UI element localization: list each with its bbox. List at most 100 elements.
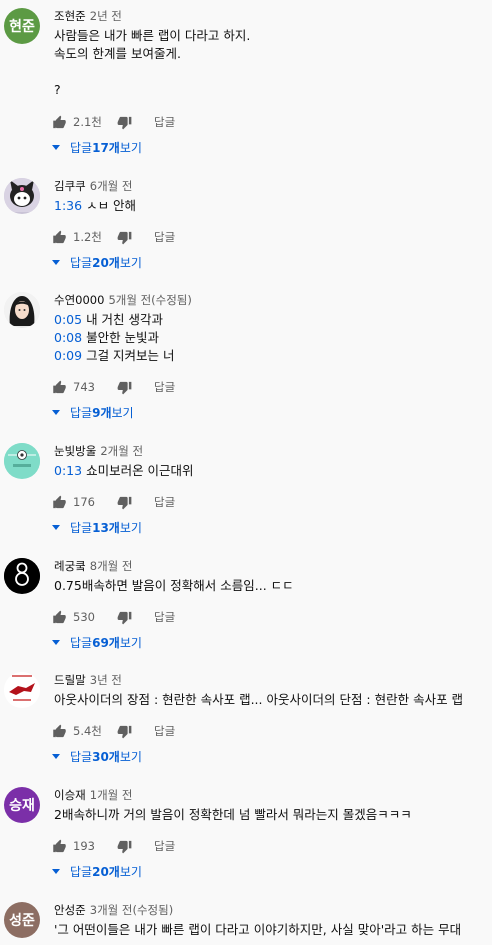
view-replies-button[interactable]: 답글 20개 보기 bbox=[52, 252, 142, 272]
thumbs-up-icon bbox=[52, 495, 67, 510]
caret-down-icon bbox=[52, 144, 60, 150]
like-button[interactable] bbox=[52, 495, 67, 510]
thumbs-down-icon bbox=[117, 115, 132, 130]
comment-actions: 176 답글 bbox=[52, 492, 175, 512]
author-name[interactable]: 김쿠쿠 bbox=[54, 179, 86, 193]
avatar[interactable] bbox=[4, 178, 40, 214]
comment-header: 이승재 1개월 전 bbox=[54, 787, 488, 803]
comment-line: 아웃사이더의 장점 : 현란한 속사포 랩... 아웃사이더의 단점 : 현란한… bbox=[54, 691, 488, 709]
reply-button[interactable]: 답글 bbox=[154, 229, 175, 245]
comment-header: 조현준 2년 전 bbox=[54, 8, 488, 24]
like-button[interactable] bbox=[52, 115, 67, 130]
timestamp-link[interactable]: 0:13 bbox=[54, 463, 82, 478]
view-replies-button[interactable]: 답글 13개 보기 bbox=[52, 517, 142, 537]
reply-button[interactable]: 답글 bbox=[154, 494, 175, 510]
comment-content: 0:13 쇼미보러온 이근대위 bbox=[54, 462, 488, 480]
reply-button[interactable]: 답글 bbox=[154, 379, 175, 395]
comment-actions: 2.1천 답글 bbox=[52, 112, 175, 132]
dislike-button[interactable] bbox=[117, 495, 132, 510]
view-replies-button[interactable]: 답글 20개 보기 bbox=[52, 861, 142, 881]
author-name[interactable]: 드릴말 bbox=[54, 673, 86, 687]
view-replies-button[interactable]: 답글 9개 보기 bbox=[52, 402, 134, 422]
comment-time[interactable]: 5개월 전(수정됨) bbox=[108, 293, 191, 307]
reply-count: 17개 bbox=[92, 140, 120, 155]
red-creature-avatar-icon bbox=[4, 672, 40, 708]
comment-time[interactable]: 3개월 전(수정됨) bbox=[90, 903, 173, 917]
comment-time[interactable]: 1개월 전 bbox=[90, 788, 133, 802]
comment-time[interactable]: 3년 전 bbox=[90, 673, 122, 687]
thumbs-up-icon bbox=[52, 610, 67, 625]
comment-text: 그걸 지켜보는 너 bbox=[86, 348, 175, 363]
avatar[interactable] bbox=[4, 443, 40, 479]
avatar[interactable] bbox=[4, 292, 40, 328]
comment-time[interactable]: 8개월 전 bbox=[90, 559, 133, 573]
comment-line: 0.75배속하면 발음이 정확해서 소름임... ㄷㄷ bbox=[54, 577, 488, 595]
caret-down-icon bbox=[52, 524, 60, 530]
comment-actions: 193 답글 bbox=[52, 836, 175, 856]
anime-girl-avatar-icon bbox=[4, 292, 40, 328]
avatar[interactable]: 현준 bbox=[4, 8, 40, 44]
avatar[interactable]: 승재 bbox=[4, 787, 40, 823]
thumbs-down-icon bbox=[117, 230, 132, 245]
timestamp-link[interactable]: 0:09 bbox=[54, 348, 82, 363]
timestamp-link[interactable]: 0:08 bbox=[54, 330, 82, 345]
dislike-button[interactable] bbox=[117, 610, 132, 625]
comment-body: 김쿠쿠 6개월 전 1:36 ㅅㅂ 안해 bbox=[54, 178, 488, 215]
caret-down-icon bbox=[52, 753, 60, 759]
like-count: 743 bbox=[73, 380, 95, 394]
view-replies-suffix: 보기 bbox=[119, 255, 142, 270]
reply-count: 69개 bbox=[92, 635, 120, 650]
view-replies-button[interactable]: 답글 17개 보기 bbox=[52, 137, 142, 157]
comment-content: 사람들은 내가 빠른 랩이 다라고 하지. 속도의 한계를 보여줄게.? bbox=[54, 27, 488, 99]
dislike-button[interactable] bbox=[117, 724, 132, 739]
reply-button[interactable]: 답글 bbox=[154, 838, 175, 854]
timestamp-link[interactable]: 0:05 bbox=[54, 312, 82, 327]
thumbs-up-icon bbox=[52, 839, 67, 854]
author-name[interactable]: 수연0000 bbox=[54, 293, 104, 307]
comment-line: ? bbox=[54, 81, 488, 99]
avatar[interactable] bbox=[4, 672, 40, 708]
comment-body: 안성준 3개월 전(수정됨) '그 어떤이들은 내가 빠른 랩이 다라고 이야기하지… bbox=[54, 902, 488, 939]
comment-header: 눈빛방울 2개월 전 bbox=[54, 443, 488, 459]
author-name[interactable]: 조현준 bbox=[54, 9, 86, 23]
reply-count: 30개 bbox=[92, 749, 120, 764]
view-replies-button[interactable]: 답글 30개 보기 bbox=[52, 746, 142, 766]
dislike-button[interactable] bbox=[117, 230, 132, 245]
author-name[interactable]: 안성준 bbox=[54, 903, 86, 917]
like-button[interactable] bbox=[52, 724, 67, 739]
empty-line bbox=[54, 63, 488, 81]
comment-time[interactable]: 6개월 전 bbox=[90, 179, 133, 193]
comment-text: 2배속하니까 거의 발음이 정확한데 넘 빨라서 뭐라는지 몰겠음ㅋㅋㅋ bbox=[54, 807, 412, 822]
comment-header: 드릴말 3년 전 bbox=[54, 672, 488, 688]
thumbs-up-icon bbox=[52, 230, 67, 245]
like-count: 193 bbox=[73, 839, 95, 853]
comment-text: 속도의 한계를 보여줄게. bbox=[54, 46, 181, 61]
like-button[interactable] bbox=[52, 230, 67, 245]
comment-text: 불안한 눈빛과 bbox=[86, 330, 160, 345]
like-count: 530 bbox=[73, 610, 95, 624]
view-replies-button[interactable]: 답글 69개 보기 bbox=[52, 632, 142, 652]
timestamp-link[interactable]: 1:36 bbox=[54, 198, 82, 213]
like-button[interactable] bbox=[52, 610, 67, 625]
thumbs-down-icon bbox=[117, 380, 132, 395]
like-button[interactable] bbox=[52, 839, 67, 854]
reply-button[interactable]: 답글 bbox=[154, 114, 175, 130]
comment-line: 0:09 그걸 지켜보는 너 bbox=[54, 347, 488, 365]
comment-time[interactable]: 2년 전 bbox=[90, 9, 122, 23]
avatar[interactable]: 성준 bbox=[4, 902, 40, 938]
author-name[interactable]: 례궁쿸 bbox=[54, 559, 86, 573]
dislike-button[interactable] bbox=[117, 115, 132, 130]
avatar[interactable] bbox=[4, 558, 40, 594]
comment-text: ㅅㅂ 안해 bbox=[86, 198, 137, 213]
comment-time[interactable]: 2개월 전 bbox=[100, 444, 143, 458]
like-button[interactable] bbox=[52, 380, 67, 395]
number-eight-avatar-icon bbox=[4, 558, 40, 594]
author-name[interactable]: 이승재 bbox=[54, 788, 86, 802]
dislike-button[interactable] bbox=[117, 380, 132, 395]
author-name[interactable]: 눈빛방울 bbox=[54, 444, 96, 458]
reply-button[interactable]: 답글 bbox=[154, 609, 175, 625]
reply-button[interactable]: 답글 bbox=[154, 723, 175, 739]
dislike-button[interactable] bbox=[117, 839, 132, 854]
view-replies-suffix: 보기 bbox=[119, 140, 142, 155]
thumbs-down-icon bbox=[117, 724, 132, 739]
